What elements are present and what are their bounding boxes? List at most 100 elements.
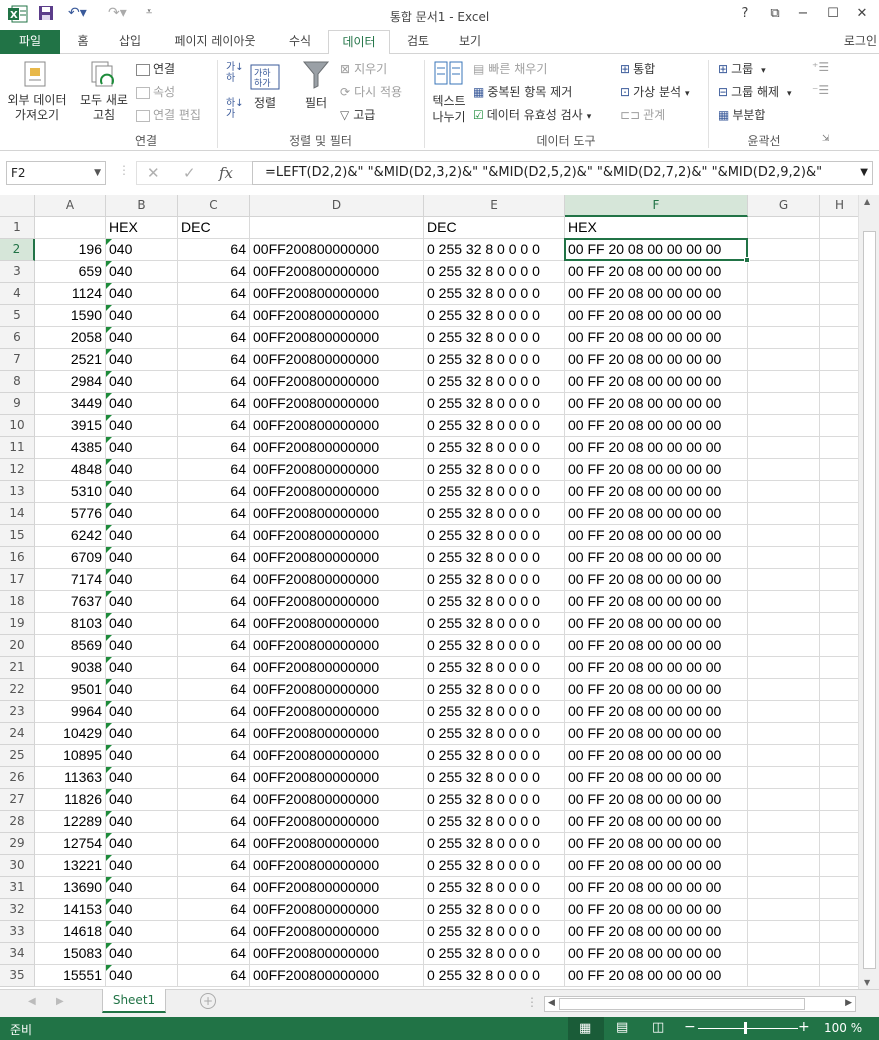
cell-a25[interactable]: 10895 xyxy=(35,745,106,767)
cell-c22[interactable]: 64 xyxy=(178,679,250,701)
error-indicator-icon[interactable] xyxy=(106,569,112,575)
cell-c15[interactable]: 64 xyxy=(178,525,250,547)
column-header-d[interactable]: D xyxy=(250,195,424,217)
cell-h23[interactable] xyxy=(820,701,860,723)
cell-g16[interactable] xyxy=(748,547,820,569)
cell-g19[interactable] xyxy=(748,613,820,635)
get-external-data-button[interactable]: 외부 데이터 가져오기 xyxy=(4,93,70,123)
cell-c31[interactable]: 64 xyxy=(178,877,250,899)
cell-h7[interactable] xyxy=(820,349,860,371)
cell-e7[interactable]: 0 255 32 8 0 0 0 0 xyxy=(424,349,565,371)
cell-d26[interactable]: 00FF200800000000 xyxy=(250,767,424,789)
cell-a34[interactable]: 15083 xyxy=(35,943,106,965)
row-header-24[interactable]: 24 xyxy=(0,723,35,745)
error-indicator-icon[interactable] xyxy=(106,789,112,795)
name-box[interactable]: F2 ▼ xyxy=(6,161,106,185)
cell-e3[interactable]: 0 255 32 8 0 0 0 0 xyxy=(424,261,565,283)
clear-button[interactable]: ⊠ 지우기 xyxy=(340,60,387,77)
cell-b3[interactable]: 040 xyxy=(106,261,178,283)
cell-c16[interactable]: 64 xyxy=(178,547,250,569)
cell-d7[interactable]: 00FF200800000000 xyxy=(250,349,424,371)
cell-h25[interactable] xyxy=(820,745,860,767)
cell-e16[interactable]: 0 255 32 8 0 0 0 0 xyxy=(424,547,565,569)
column-header-c[interactable]: C xyxy=(178,195,250,217)
cell-b27[interactable]: 040 xyxy=(106,789,178,811)
cell-f12[interactable]: 00 FF 20 08 00 00 00 00 xyxy=(565,459,748,481)
zoom-in-icon[interactable]: + xyxy=(798,1019,810,1035)
cell-a35[interactable]: 15551 xyxy=(35,965,106,987)
cell-e34[interactable]: 0 255 32 8 0 0 0 0 xyxy=(424,943,565,965)
show-detail-icon[interactable]: ⁺☰ xyxy=(812,60,829,74)
cell-g23[interactable] xyxy=(748,701,820,723)
enter-icon[interactable]: ✓ xyxy=(183,164,196,182)
cell-f5[interactable]: 00 FF 20 08 00 00 00 00 xyxy=(565,305,748,327)
cell-d24[interactable]: 00FF200800000000 xyxy=(250,723,424,745)
subtotal-button[interactable]: ▦ 부분합 xyxy=(718,106,765,123)
sort-button[interactable]: 정렬 xyxy=(254,94,276,111)
cell-c10[interactable]: 64 xyxy=(178,415,250,437)
cell-f30[interactable]: 00 FF 20 08 00 00 00 00 xyxy=(565,855,748,877)
what-if-button[interactable]: ⊡ 가상 분석 ▾ xyxy=(620,83,690,100)
error-indicator-icon[interactable] xyxy=(106,965,112,971)
row-header-3[interactable]: 3 xyxy=(0,261,35,283)
cell-c32[interactable]: 64 xyxy=(178,899,250,921)
vertical-scrollbar[interactable]: ▲ ▼ xyxy=(858,195,879,989)
cell-h10[interactable] xyxy=(820,415,860,437)
cell-f32[interactable]: 00 FF 20 08 00 00 00 00 xyxy=(565,899,748,921)
cell-h28[interactable] xyxy=(820,811,860,833)
cell-h13[interactable] xyxy=(820,481,860,503)
row-header-22[interactable]: 22 xyxy=(0,679,35,701)
cell-b31[interactable]: 040 xyxy=(106,877,178,899)
cell-e30[interactable]: 0 255 32 8 0 0 0 0 xyxy=(424,855,565,877)
cell-h4[interactable] xyxy=(820,283,860,305)
cell-f10[interactable]: 00 FF 20 08 00 00 00 00 xyxy=(565,415,748,437)
cell-b26[interactable]: 040 xyxy=(106,767,178,789)
cell-b16[interactable]: 040 xyxy=(106,547,178,569)
tab-view[interactable]: 보기 xyxy=(448,30,492,54)
cell-e13[interactable]: 0 255 32 8 0 0 0 0 xyxy=(424,481,565,503)
cell-e32[interactable]: 0 255 32 8 0 0 0 0 xyxy=(424,899,565,921)
error-indicator-icon[interactable] xyxy=(106,833,112,839)
cell-b9[interactable]: 040 xyxy=(106,393,178,415)
cell-d10[interactable]: 00FF200800000000 xyxy=(250,415,424,437)
cell-c33[interactable]: 64 xyxy=(178,921,250,943)
connections-button[interactable]: 연결 xyxy=(136,60,175,77)
cell-h34[interactable] xyxy=(820,943,860,965)
cell-a21[interactable]: 9038 xyxy=(35,657,106,679)
cell-e23[interactable]: 0 255 32 8 0 0 0 0 xyxy=(424,701,565,723)
error-indicator-icon[interactable] xyxy=(106,547,112,553)
zoom-slider-thumb[interactable] xyxy=(744,1022,747,1034)
cell-b34[interactable]: 040 xyxy=(106,943,178,965)
cell-a1[interactable] xyxy=(35,217,106,239)
cell-c23[interactable]: 64 xyxy=(178,701,250,723)
cell-h22[interactable] xyxy=(820,679,860,701)
cell-d2[interactable]: 00FF200800000000 xyxy=(250,239,424,261)
cell-h26[interactable] xyxy=(820,767,860,789)
error-indicator-icon[interactable] xyxy=(106,635,112,641)
sort-desc-icon[interactable]: 하↓ 가 xyxy=(226,98,244,120)
cell-h12[interactable] xyxy=(820,459,860,481)
row-header-7[interactable]: 7 xyxy=(0,349,35,371)
cell-f31[interactable]: 00 FF 20 08 00 00 00 00 xyxy=(565,877,748,899)
cell-f4[interactable]: 00 FF 20 08 00 00 00 00 xyxy=(565,283,748,305)
cell-e17[interactable]: 0 255 32 8 0 0 0 0 xyxy=(424,569,565,591)
cell-a32[interactable]: 14153 xyxy=(35,899,106,921)
cell-b25[interactable]: 040 xyxy=(106,745,178,767)
row-header-11[interactable]: 11 xyxy=(0,437,35,459)
cell-h17[interactable] xyxy=(820,569,860,591)
cell-c8[interactable]: 64 xyxy=(178,371,250,393)
cell-c19[interactable]: 64 xyxy=(178,613,250,635)
cell-a5[interactable]: 1590 xyxy=(35,305,106,327)
scroll-left-icon[interactable]: ◀ xyxy=(548,998,555,1008)
cell-b33[interactable]: 040 xyxy=(106,921,178,943)
remove-duplicates-button[interactable]: ▦ 중복된 항목 제거 xyxy=(473,83,572,100)
insert-function-icon[interactable]: fx xyxy=(219,164,233,182)
cell-d15[interactable]: 00FF200800000000 xyxy=(250,525,424,547)
cell-a16[interactable]: 6709 xyxy=(35,547,106,569)
cell-b24[interactable]: 040 xyxy=(106,723,178,745)
cell-g13[interactable] xyxy=(748,481,820,503)
row-header-15[interactable]: 15 xyxy=(0,525,35,547)
cell-g22[interactable] xyxy=(748,679,820,701)
cell-c34[interactable]: 64 xyxy=(178,943,250,965)
cell-g1[interactable] xyxy=(748,217,820,239)
